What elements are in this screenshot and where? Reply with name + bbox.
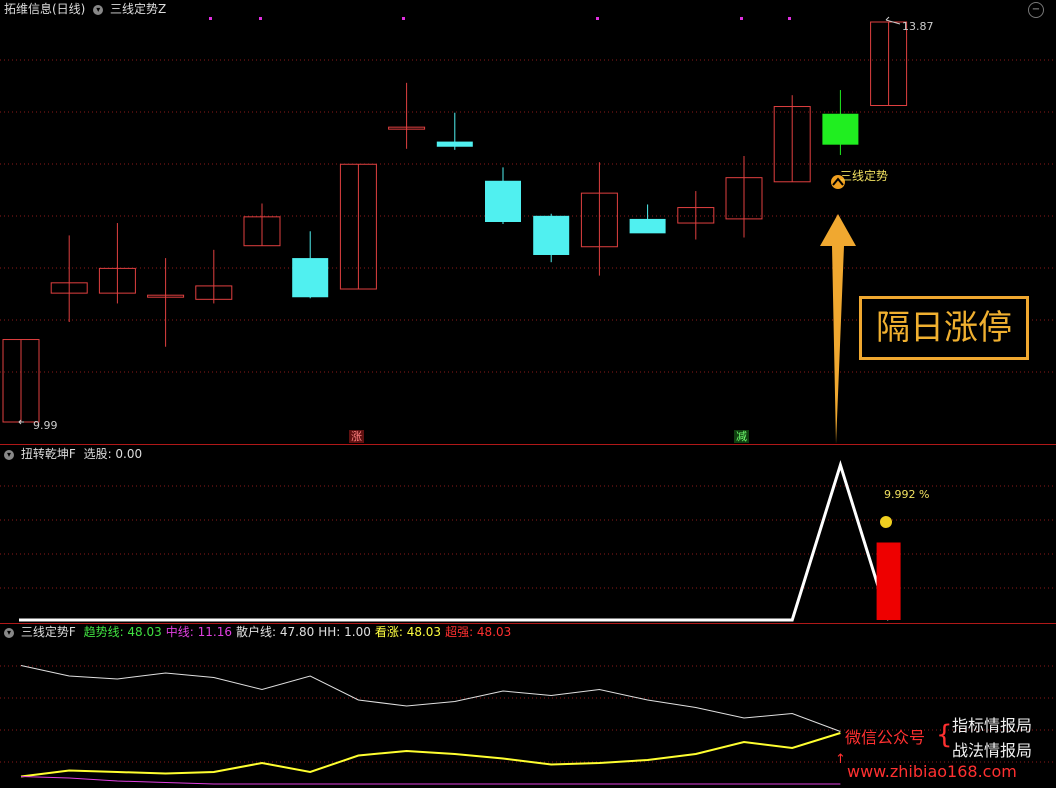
indicator3-header: ▾ 三线定势F 趋势线: 48.03 中线: 11.16 散户线: 47.80 HH:… [4,625,519,639]
legend-item: HH: 1.00 [318,625,371,639]
price-high-label: 13.87 [902,20,934,33]
chevron-down-icon[interactable]: ▾ [4,449,14,460]
up-badge: 涨 [349,430,364,443]
indicator2-title[interactable]: 扭转乾坤F [21,447,76,461]
arrow-up-icon: ↑ [835,752,846,767]
legend-item: 散户线: 47.80 [236,625,315,639]
indicator2-line [19,459,891,622]
down-badge: 减 [734,430,749,443]
brand-name-2: 战法情报局 [952,741,1033,760]
stock-title: 拓维信息(日线) [4,2,86,16]
candlestick-chart[interactable] [0,0,1056,444]
candle-body [629,218,666,234]
candle-body [292,258,329,298]
zhongxian-line [20,776,841,785]
brand-name-1: 指标情报局 [952,716,1033,735]
indicator-name[interactable]: 三线定势Z [110,2,166,16]
indicator2-bar [876,542,901,620]
indicator-panel-2[interactable]: ▾ 扭转乾坤F 选股: 0.00 9.992 % [0,445,1056,623]
xuangu-value: 选股: 0.00 [83,447,143,461]
pct-label: 9.992 % [884,488,930,501]
watermark-url: www.zhibiao168.com [847,762,1017,781]
price-low-label: 9.99 [33,419,58,432]
legend-item: 超强: 48.03 [445,625,512,639]
price-panel-header: 拓维信息(日线) ▾ 三线定势Z [4,2,170,16]
indicator-chart-2[interactable] [0,445,1056,623]
arrow-up-icon [820,214,856,444]
marker-dot [740,17,743,20]
candle-body [533,215,570,255]
legend-item: 趋势线: 48.03 [83,625,162,639]
chevron-down-icon[interactable]: ▾ [93,4,104,15]
legend-item: 看涨: 48.03 [374,625,442,639]
indicator3-title[interactable]: 三线定势F [21,625,76,639]
price-panel[interactable]: 拓维信息(日线) ▾ 三线定势Z − 13.87 9.99 三线定势 涨 减 隔… [0,0,1056,444]
legend: 趋势线: 48.03 中线: 11.16 散户线: 47.80 HH: 1.00 看涨:… [84,625,516,639]
chevron-down-icon[interactable]: ▾ [4,627,14,638]
candle-body [485,180,521,222]
marker-dot [259,17,262,20]
legend-item: 中线: 11.16 [165,625,232,639]
kanzhang-line [20,732,841,778]
smiley-icon [880,516,892,528]
limit-up-callout: 隔日涨停 [859,296,1029,360]
marker-dot [209,17,212,20]
sanhu-line [20,665,841,732]
brace-icon: { [936,720,953,750]
minus-icon[interactable]: − [1028,2,1044,18]
candle-body [436,141,473,147]
marker-dot [788,17,791,20]
signal-label: 三线定势 [840,169,889,183]
wechat-label: 微信公众号 [845,728,926,747]
marker-dot [402,17,405,20]
candle-body [822,113,859,145]
marker-dot [596,17,599,20]
indicator2-header: ▾ 扭转乾坤F 选股: 0.00 [4,447,146,461]
